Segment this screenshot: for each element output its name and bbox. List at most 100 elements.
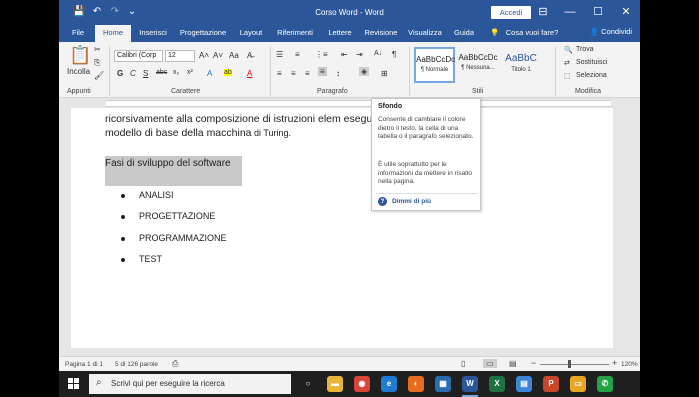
tab-home[interactable]: Home xyxy=(95,25,131,42)
font-size-combo[interactable]: 12 xyxy=(165,50,195,62)
increase-indent-icon[interactable]: ⇥ xyxy=(356,50,363,59)
find-icon[interactable]: 🔍 xyxy=(564,46,573,54)
align-left-icon[interactable]: ≡ xyxy=(277,69,282,78)
tell-me-more-link[interactable]: Dimmi di più xyxy=(392,198,431,205)
font-name-combo[interactable]: Calibri (Corp xyxy=(114,50,163,62)
tell-me-box[interactable]: Cosa vuoi fare? xyxy=(504,25,560,42)
maximize-icon[interactable]: ☐ xyxy=(584,0,612,25)
tab-inserisci[interactable]: Inserisci xyxy=(135,25,171,42)
file-explorer-icon[interactable]: ▬ xyxy=(327,376,343,392)
zoom-out-button[interactable]: − xyxy=(531,358,536,368)
cut-icon[interactable]: ✂ xyxy=(94,45,101,54)
format-painter-icon[interactable]: 🖌 xyxy=(94,71,104,80)
print-layout-icon[interactable]: ▭ xyxy=(483,359,497,368)
highlight-icon[interactable]: ab xyxy=(224,69,232,76)
group-label-modifica: Modifica xyxy=(575,88,602,95)
superscript-button[interactable]: x² xyxy=(187,69,193,76)
close-icon[interactable]: ✕ xyxy=(612,0,640,25)
tooltip-title: Sfondo xyxy=(378,103,403,110)
share-button[interactable]: 👤 Condividi xyxy=(590,27,632,36)
horizontal-ruler[interactable] xyxy=(59,99,640,108)
bold-button[interactable]: G xyxy=(117,69,123,78)
clear-formatting-icon[interactable]: A̶ xyxy=(247,51,252,60)
find-button[interactable]: Trova xyxy=(576,46,594,53)
help-icon[interactable]: ? xyxy=(378,197,387,206)
read-mode-icon[interactable]: ▯ xyxy=(461,359,465,368)
italic-button[interactable]: C xyxy=(130,69,136,78)
tab-lettere[interactable]: Lettere xyxy=(322,25,358,42)
align-right-icon[interactable]: ≡ xyxy=(305,69,310,78)
proofing-icon[interactable]: ⎙ xyxy=(172,359,178,369)
subscript-button[interactable]: x₂ xyxy=(173,69,179,76)
chrome-icon[interactable]: ◉ xyxy=(354,376,370,392)
tab-file[interactable]: File xyxy=(67,25,89,42)
ribbon-tabs: File Home Inserisci Progettazione Layout… xyxy=(59,25,640,42)
paste-button-label[interactable]: Incolla xyxy=(67,67,90,76)
style-normale[interactable]: AaBbCcDc ¶ Normale xyxy=(414,47,455,83)
whatsapp-icon[interactable]: ✆ xyxy=(597,376,613,392)
zoom-slider-thumb[interactable] xyxy=(567,360,571,368)
multilevel-list-icon[interactable]: ⋮≡ xyxy=(315,50,328,59)
sort-icon[interactable]: A↓ xyxy=(374,50,382,57)
zoom-slider[interactable] xyxy=(540,364,609,365)
ribbon-separator xyxy=(555,46,556,96)
section-heading: Fasi di sviluppo del software xyxy=(105,158,231,169)
zoom-in-button[interactable]: + xyxy=(612,358,617,368)
firefox-icon[interactable]: ◐ xyxy=(408,376,424,392)
undo-icon[interactable]: ↶ xyxy=(90,6,104,18)
copy-icon[interactable]: ⎘ xyxy=(94,58,100,68)
windows-start-icon[interactable] xyxy=(68,378,80,390)
numbering-icon[interactable]: ≡ xyxy=(295,50,300,59)
minimize-icon[interactable]: — xyxy=(556,0,584,25)
edge-icon[interactable]: e xyxy=(381,376,397,392)
word-icon[interactable]: W xyxy=(462,376,478,392)
excel-icon[interactable]: X xyxy=(489,376,505,392)
replace-button[interactable]: Sostituisci xyxy=(576,59,608,66)
ruler-track[interactable] xyxy=(106,100,611,107)
page-count[interactable]: Pagina 1 di 1 xyxy=(65,361,103,368)
tab-riferimenti[interactable]: Riferimenti xyxy=(272,25,318,42)
tab-progettazione[interactable]: Progettazione xyxy=(176,25,230,42)
select-icon[interactable]: ⬚ xyxy=(564,72,571,80)
sign-in-button[interactable]: Accedi xyxy=(491,6,531,19)
tooltip-description: È utile soprattutto per le informazioni … xyxy=(378,161,472,185)
word-count[interactable]: 5 di 126 parole xyxy=(115,361,158,368)
cortana-icon[interactable]: ○ xyxy=(300,376,316,392)
taskbar-search-box[interactable]: ⌕ Scrivi qui per eseguire la ricerca xyxy=(89,374,291,394)
ribbon-display-options-icon[interactable]: ⊟ xyxy=(529,0,557,25)
strikethrough-button[interactable]: abc xyxy=(156,69,167,76)
style-titolo-1[interactable]: AaBbC Titolo 1 xyxy=(500,47,542,83)
powerpoint-icon[interactable]: P xyxy=(543,376,559,392)
shrink-font-icon[interactable]: A˅ xyxy=(213,51,223,60)
select-button[interactable]: Seleziona xyxy=(576,72,607,79)
paste-icon[interactable]: 📋 xyxy=(69,45,91,66)
font-color-icon[interactable]: A xyxy=(247,69,252,78)
borders-icon[interactable]: ⊞ xyxy=(381,69,388,78)
underline-button[interactable]: S xyxy=(143,69,148,78)
web-layout-icon[interactable]: ▤ xyxy=(509,359,517,368)
tab-layout[interactable]: Layout xyxy=(234,25,268,42)
photos-icon[interactable]: ▦ xyxy=(435,376,451,392)
document-page[interactable]: ricorsivamente alla composizione di istr… xyxy=(71,108,613,348)
decrease-indent-icon[interactable]: ⇤ xyxy=(341,50,348,59)
show-formatting-icon[interactable]: ¶ xyxy=(392,50,396,59)
folder-icon[interactable]: ▭ xyxy=(570,376,586,392)
text-effects-icon[interactable]: A xyxy=(207,69,212,78)
align-center-icon[interactable]: ≡ xyxy=(291,69,296,78)
tab-guida[interactable]: Guida xyxy=(451,25,477,42)
line-spacing-icon[interactable]: ↕ xyxy=(336,69,340,78)
justify-icon[interactable]: ≡ xyxy=(318,67,327,76)
grow-font-icon[interactable]: A˄ xyxy=(199,51,209,60)
customize-quick-access-icon[interactable]: ⌄ xyxy=(125,6,139,18)
zoom-level[interactable]: 120% xyxy=(621,361,638,368)
shading-icon[interactable]: ◈ xyxy=(359,67,370,76)
bullets-icon[interactable]: ☰ xyxy=(276,50,283,59)
redo-icon[interactable]: ↷ xyxy=(108,6,122,18)
change-case-icon[interactable]: Aa xyxy=(229,51,239,60)
style-nessuna-spaziatura[interactable]: AaBbCcDc ¶ Nessuna... xyxy=(457,47,499,83)
save-icon[interactable]: 💾 xyxy=(72,6,86,18)
tab-revisione[interactable]: Revisione xyxy=(362,25,400,42)
replace-icon[interactable]: ⇄ xyxy=(564,59,570,67)
tab-visualizza[interactable]: Visualizza xyxy=(405,25,445,42)
store-icon[interactable]: ▤ xyxy=(516,376,532,392)
